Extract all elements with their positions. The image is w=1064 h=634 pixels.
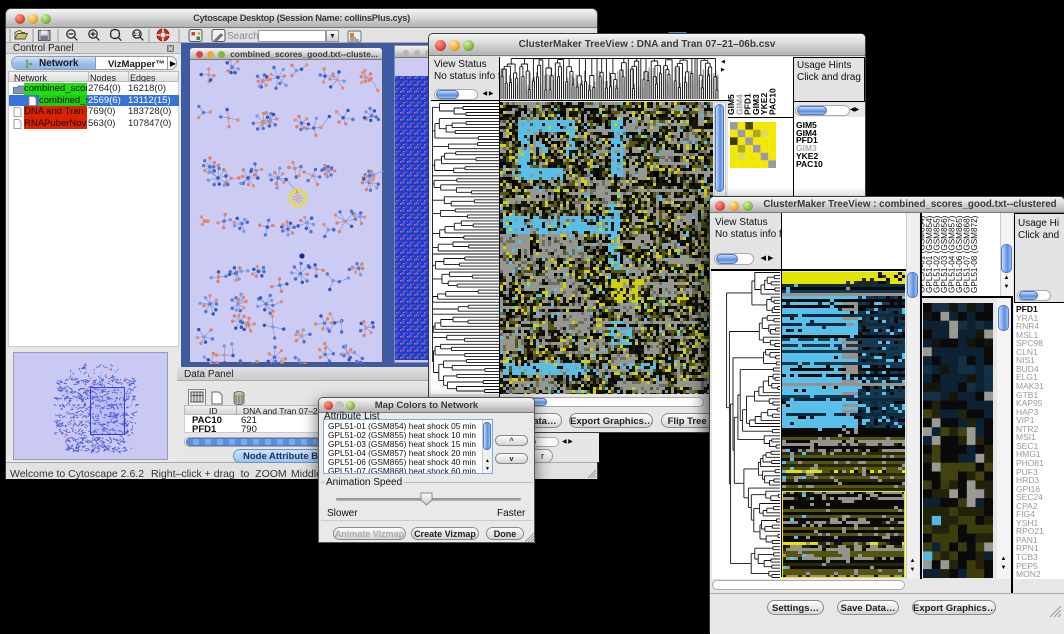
svg-text:1:1: 1:1 — [133, 32, 140, 38]
svg-text:GPL51-08 (GSM872): GPL51-08 (GSM872) — [970, 215, 979, 293]
svg-text:PAC10: PAC10 — [768, 88, 778, 115]
